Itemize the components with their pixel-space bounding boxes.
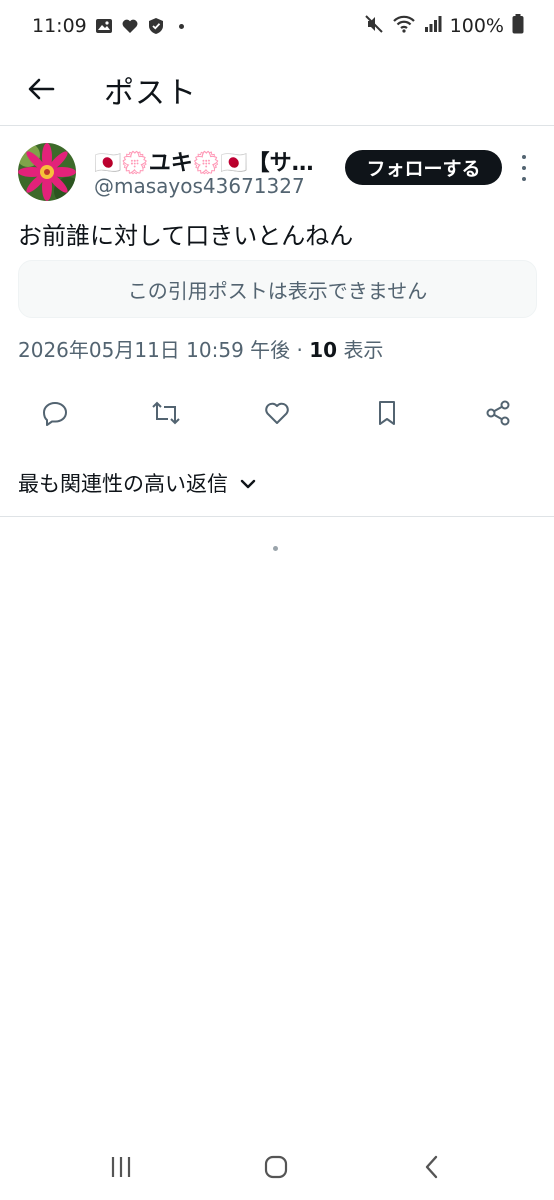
app-bar: ポスト	[0, 52, 554, 124]
quote-unavailable-notice: この引用ポストは表示できません	[18, 260, 537, 318]
home-icon[interactable]	[258, 1152, 294, 1182]
post-text: お前誰に対して口きいとんねん	[18, 222, 354, 250]
shield-icon	[147, 17, 165, 35]
views-label: 表示	[343, 338, 384, 362]
chevron-down-icon	[240, 471, 256, 495]
dot-icon	[178, 23, 184, 29]
display-name[interactable]: 🇯🇵💮ユキ💮🇯🇵【サ…	[94, 145, 314, 177]
post-meta: 2026年05月11日 10:59 午後 · 10 表示	[18, 338, 384, 362]
like-icon[interactable]	[262, 398, 292, 428]
follow-button[interactable]: フォローする	[345, 150, 502, 185]
status-time: 11:09	[32, 15, 87, 37]
arrow-left-icon[interactable]	[24, 72, 58, 106]
views-count: 10	[309, 338, 338, 362]
share-icon[interactable]	[483, 398, 513, 428]
battery-percent: 100%	[449, 15, 504, 37]
replies-sort-dropdown[interactable]: 最も関連性の高い返信	[18, 468, 256, 498]
repost-icon[interactable]	[151, 398, 181, 428]
mute-icon	[364, 14, 384, 39]
more-options-icon[interactable]	[516, 155, 532, 181]
user-handle[interactable]: @masayos43671327	[94, 174, 305, 198]
system-nav-bar	[0, 1140, 554, 1200]
page-title: ポスト	[104, 76, 197, 111]
action-bar	[0, 392, 554, 436]
avatar[interactable]	[18, 143, 76, 201]
heart-icon	[121, 17, 139, 35]
bookmark-icon[interactable]	[372, 398, 402, 428]
divider	[0, 125, 554, 126]
signal-icon	[424, 15, 442, 38]
nav-back-icon[interactable]	[414, 1152, 450, 1182]
loading-indicator	[273, 546, 278, 551]
divider	[0, 516, 554, 517]
quote-unavailable-text: この引用ポストは表示できません	[127, 278, 428, 303]
reply-icon[interactable]	[40, 398, 70, 428]
wifi-icon	[392, 14, 416, 39]
battery-icon	[512, 13, 524, 39]
post-timestamp[interactable]: 2026年05月11日 10:59 午後	[18, 338, 290, 362]
recent-apps-icon[interactable]	[103, 1152, 139, 1182]
image-icon	[95, 17, 113, 35]
replies-sort-label: 最も関連性の高い返信	[18, 472, 228, 496]
status-bar: 11:09 100%	[0, 0, 554, 52]
